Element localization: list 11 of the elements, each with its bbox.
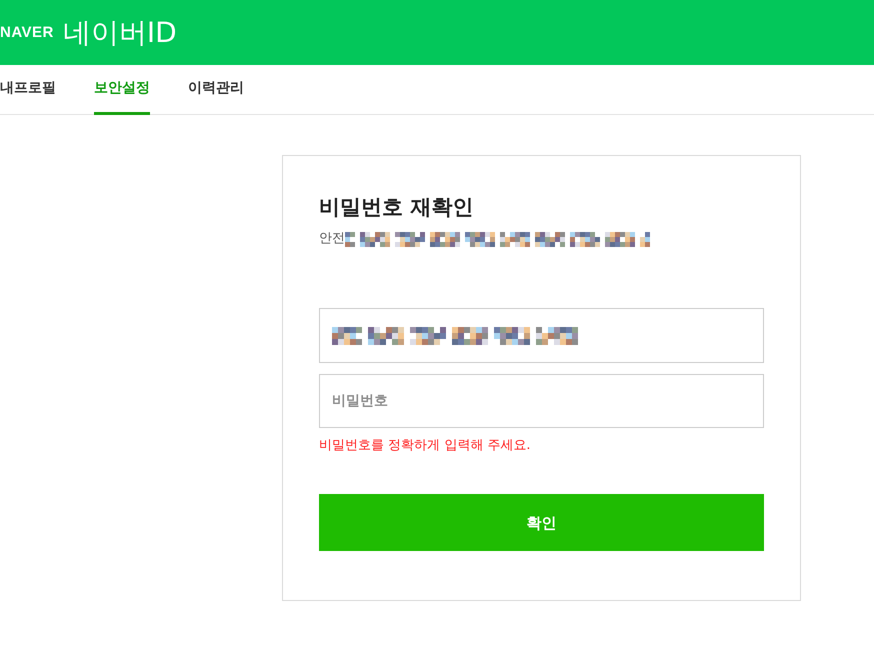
confirm-button[interactable]: 확인 (319, 494, 764, 552)
nav-tab[interactable]: 보안설정 (94, 65, 150, 115)
description-text: 안전 (319, 231, 345, 248)
nav-tab[interactable]: 내프로필 (0, 65, 56, 115)
error-message: 비밀번호를 정확하게 입력해 주세요. (319, 437, 532, 456)
nav-tab[interactable]: 이력관리 (188, 65, 244, 115)
card-title: 비밀번호 재확인 (319, 194, 474, 221)
page-title: 네이버ID (62, 18, 177, 46)
password-field[interactable]: 비밀번호 (319, 374, 764, 428)
naver-logo[interactable]: NAVER (0, 25, 54, 40)
id-field[interactable] (319, 308, 764, 364)
